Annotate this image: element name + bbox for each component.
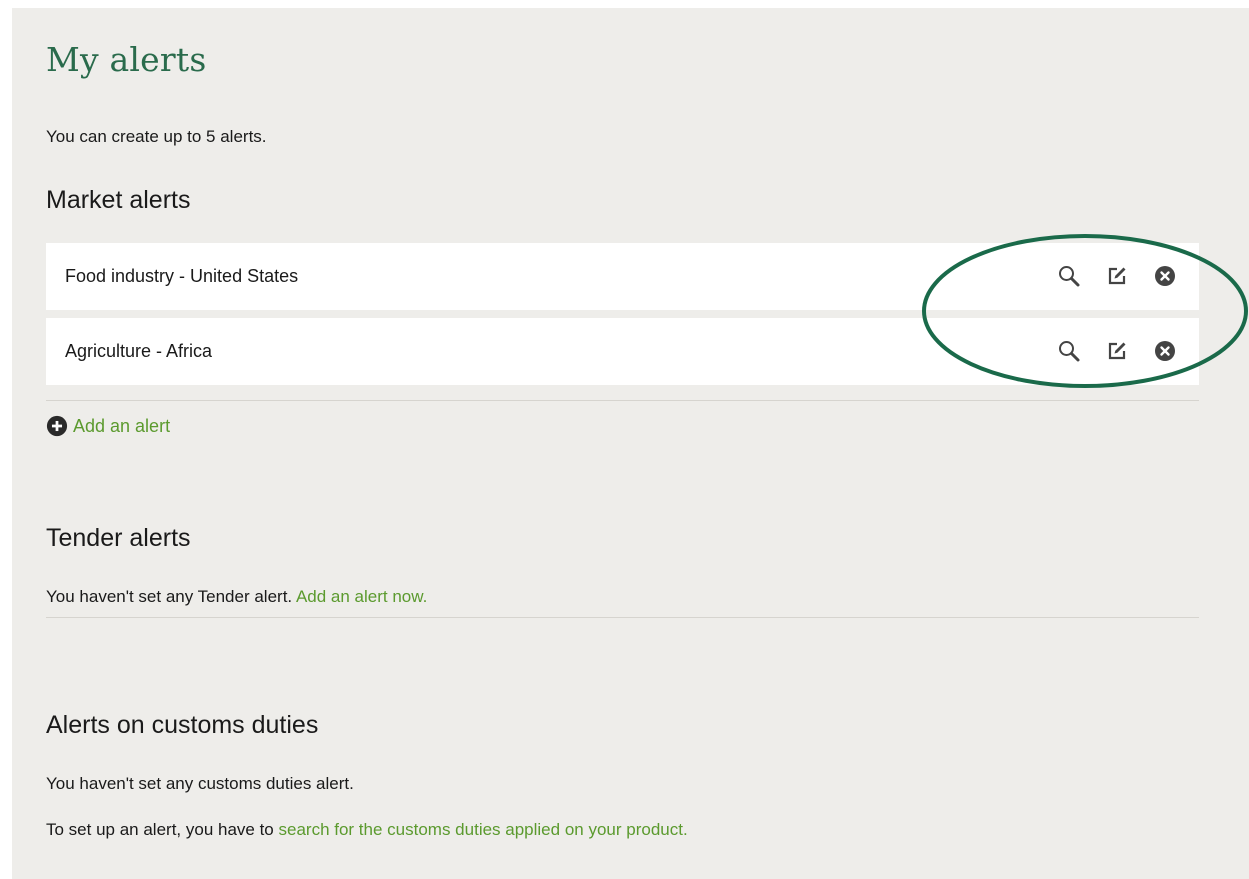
customs-alerts-heading: Alerts on customs duties xyxy=(46,711,319,739)
market-alert-label: Agriculture - Africa xyxy=(65,341,213,361)
edit-icon[interactable] xyxy=(1105,264,1129,288)
remove-icon[interactable] xyxy=(1153,264,1177,288)
market-alert-row: Agriculture - Africa xyxy=(46,318,1199,385)
market-alert-label: Food industry - United States xyxy=(65,266,299,286)
add-circle-icon xyxy=(46,415,68,437)
customs-empty-text: You haven't set any customs duties alert… xyxy=(46,774,354,793)
add-market-alert-label: Add an alert xyxy=(73,415,171,436)
search-customs-duties-link[interactable]: search for the customs duties applied on… xyxy=(279,820,688,839)
customs-setup-text: To set up an alert, you have to search f… xyxy=(46,820,688,840)
tender-empty-text: You haven't set any Tender alert. Add an… xyxy=(46,587,427,607)
market-alert-row: Food industry - United States xyxy=(46,243,1199,310)
add-market-alert-button[interactable]: Add an alert xyxy=(46,414,170,438)
page-title: My alerts xyxy=(46,40,207,79)
edit-icon[interactable] xyxy=(1105,339,1129,363)
alerts-limit-text: You can create up to 5 alerts. xyxy=(46,127,267,146)
search-icon[interactable] xyxy=(1057,264,1081,288)
section-divider xyxy=(46,400,1199,401)
tender-empty-message: You haven't set any Tender alert. xyxy=(46,587,293,606)
tender-alerts-heading: Tender alerts xyxy=(46,524,191,552)
market-alerts-heading: Market alerts xyxy=(46,186,191,214)
section-divider xyxy=(46,617,1199,618)
customs-setup-prefix: To set up an alert, you have to xyxy=(46,820,274,839)
search-icon[interactable] xyxy=(1057,339,1081,363)
add-tender-alert-link[interactable]: Add an alert now. xyxy=(296,587,427,606)
remove-icon[interactable] xyxy=(1153,339,1177,363)
